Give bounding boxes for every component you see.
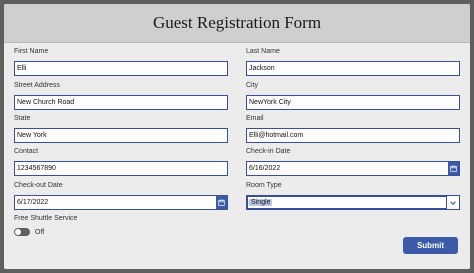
checkin-date-value: 6/16/2022 [249,165,281,172]
street-address-group: Street Address New Church Road [14,81,228,110]
first-name-group: First Name Elli [14,47,228,76]
page-title: Guest Registration Form [152,13,322,32]
chevron-down-icon[interactable] [446,196,459,209]
last-name-field[interactable]: Jackson [246,61,460,76]
checkin-label: Check-in Date [246,148,291,155]
street-address-field[interactable]: New Church Road [14,95,228,110]
contact-group: Contact 1234567890 [14,147,228,176]
email-label: Email [246,115,264,122]
contact-label: Contact [14,148,39,155]
city-field[interactable]: NewYork City [246,95,460,110]
last-name-label: Last Name [246,48,280,55]
room-type-dropdown[interactable]: Single [246,195,460,210]
submit-button[interactable]: Submit [403,237,458,254]
calendar-icon[interactable] [216,196,227,209]
street-address-label: Street Address [14,82,60,89]
checkin-group: Check-in Date 6/16/2022 [246,147,460,176]
first-name-label: First Name [14,48,49,55]
calendar-icon[interactable] [448,162,459,175]
shuttle-toggle-row: Off [14,228,44,236]
email-group: Email Elli@hotmail.com [246,114,460,143]
shuttle-state-text: Off [35,228,45,236]
checkout-date-picker[interactable]: 6/17/2022 [14,195,228,210]
checkout-group: Check-out Date 6/17/2022 [14,181,228,210]
state-field[interactable]: New York [14,128,228,143]
first-name-field[interactable]: Elli [14,61,228,76]
checkout-date-value: 6/17/2022 [17,199,49,206]
form-window: Guest Registration Form First Name Elli … [4,4,470,269]
state-label: State [14,115,31,122]
shuttle-label: Free Shuttle Service [14,215,78,222]
room-type-label: Room Type [246,182,282,189]
toggle-knob [15,229,21,235]
room-type-value: Single [249,199,273,206]
contact-field[interactable]: 1234567890 [14,161,228,176]
city-label: City [246,82,259,89]
shuttle-group: Free Shuttle Service [14,214,77,228]
checkout-label: Check-out Date [14,182,63,189]
email-field[interactable]: Elli@hotmail.com [246,128,460,143]
checkin-date-picker[interactable]: 6/16/2022 [246,161,460,176]
form-header: Guest Registration Form [4,4,470,43]
room-type-group: Room Type Single [246,181,460,210]
city-group: City NewYork City [246,81,460,110]
shuttle-toggle[interactable] [14,228,30,236]
state-group: State New York [14,114,228,143]
last-name-group: Last Name Jackson [246,47,460,76]
